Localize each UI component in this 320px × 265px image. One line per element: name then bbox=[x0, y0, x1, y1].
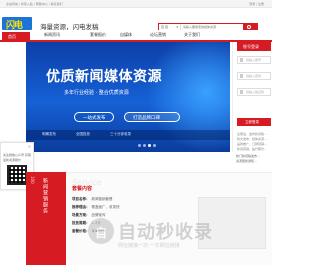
site-logo[interactable]: 闪电 bbox=[2, 17, 32, 31]
close-icon[interactable]: × bbox=[28, 144, 31, 149]
main-nav: 新闻资讯 套餐报价 自媒体 论坛营销 关于我们 bbox=[0, 30, 272, 40]
header: 闪电 海量资源，闪电发稿 百 目 ▾ bbox=[0, 8, 272, 31]
banner-button-publish[interactable]: 一站式发布 bbox=[74, 112, 114, 122]
service-row-value: 新闻营销套餐 bbox=[91, 197, 113, 201]
nav-item-selfmedia[interactable]: 自媒体 bbox=[120, 32, 132, 38]
watermark: 自 自动秒收录 网址链接一次·一次网址链接 bbox=[88, 218, 268, 254]
news-line[interactable]: 资源更新通知... bbox=[236, 159, 257, 163]
nav-home-label: 首页 bbox=[8, 34, 16, 39]
shield-icon bbox=[240, 90, 243, 94]
watermark-subtext: 网址链接一次·一次网址链接 bbox=[118, 243, 180, 249]
banner-button-brand-label: 打造品牌口碑 bbox=[133, 116, 160, 121]
carousel-dot[interactable] bbox=[143, 144, 146, 147]
username-field[interactable]: 请输入账号 bbox=[237, 56, 271, 64]
banner-button-publish-label: 一站式发布 bbox=[83, 116, 106, 121]
nav-item-forum[interactable]: 论坛营销 bbox=[150, 32, 166, 38]
login-tab[interactable]: 账号登录 bbox=[237, 42, 271, 51]
carousel-dot[interactable] bbox=[153, 144, 156, 147]
service-row-label: 场景方案： bbox=[72, 213, 90, 217]
nav-item-packages[interactable]: 套餐报价 bbox=[90, 32, 106, 38]
nav-item-home[interactable]: 首页 bbox=[2, 32, 30, 41]
top-links[interactable]: 全站导航 | 商家入驻 | 帮助中心 | 联系我们 bbox=[6, 2, 63, 6]
watermark-logo: 自 bbox=[88, 218, 114, 244]
service-row-value: 品牌宣传 bbox=[91, 213, 106, 217]
service-row-value: 覆盖面广，收录快 bbox=[91, 205, 120, 209]
captcha-placeholder: 请输入验证码 bbox=[246, 90, 265, 94]
login-panel: 账号登录 请输入账号 请输入密码 请输入验证码 立即登录 注册后，发布新闻稿..… bbox=[232, 42, 272, 152]
feature-item: 明确发布 bbox=[42, 132, 56, 136]
hero-banner[interactable]: 优质新闻媒体资源 多年行业经验 · 整合优质资源 一站式发布 打造品牌口碑 明确… bbox=[26, 42, 230, 152]
captcha-field[interactable]: 请输入验证码 bbox=[237, 88, 271, 96]
service-row-label: 套餐价格： bbox=[72, 229, 90, 233]
watermark-mark: 自 bbox=[95, 226, 108, 240]
banner-headline: 优质新闻媒体资源 bbox=[46, 69, 162, 85]
service-side-number: 100 bbox=[30, 176, 35, 184]
login-register-links[interactable]: 登录 | 注册 bbox=[249, 2, 264, 6]
service-side-label: 100 新闻营销服务 bbox=[26, 172, 66, 265]
login-submit-button[interactable]: 立即登录 bbox=[237, 118, 271, 126]
qr-caption: 关注微信公众号 获取最新资源报价 bbox=[3, 153, 31, 162]
news-line[interactable]: 热门新闻稿发布... bbox=[236, 154, 260, 158]
qr-code-image bbox=[7, 165, 27, 185]
search-icon bbox=[247, 25, 251, 29]
search-category-label: 百 目 bbox=[161, 25, 168, 29]
banner-feature-strip: 明确发布 全国投放 三十分钟收录 bbox=[26, 130, 230, 140]
login-tab-label: 账号登录 bbox=[243, 44, 259, 49]
service-row: 项目名称： 新闻营销套餐 bbox=[72, 197, 113, 202]
lock-icon bbox=[240, 74, 243, 78]
password-field[interactable]: 请输入密码 bbox=[237, 72, 271, 80]
service-row: 推荐理由： 覆盖面广，收录快 bbox=[72, 205, 120, 210]
service-title: 套餐内容 bbox=[72, 186, 93, 192]
notice-list: 注册后，发布新闻稿... 软文发布，媒体资源... 品牌推广，口碑营销... 新… bbox=[237, 132, 273, 152]
top-bar: 全站导航 | 商家入驻 | 帮助中心 | 联系我们 登录 | 注册 bbox=[0, 0, 272, 8]
login-submit-label: 立即登录 bbox=[245, 120, 259, 124]
nav-item-about[interactable]: 关于我们 bbox=[184, 32, 200, 38]
watermark-text: 自动秒收录 bbox=[118, 222, 213, 243]
feature-item: 全国投放 bbox=[76, 132, 90, 136]
news-snippet: 热门新闻稿发布... 资源更新通知... bbox=[232, 152, 272, 166]
banner-subline: 多年行业经验 · 整合优质资源 bbox=[64, 90, 129, 96]
password-placeholder: 请输入密码 bbox=[246, 74, 262, 78]
carousel-dot-active[interactable] bbox=[148, 144, 151, 147]
feature-item: 三十分钟收录 bbox=[110, 132, 131, 136]
service-row-label: 推荐理由： bbox=[72, 205, 90, 209]
user-icon bbox=[240, 58, 243, 62]
service-side-text: 新闻营销服务 bbox=[42, 178, 48, 214]
service-row-label: 项目名称： bbox=[72, 197, 90, 201]
username-placeholder: 请输入账号 bbox=[246, 58, 262, 62]
service-row-label: 投放周期： bbox=[72, 221, 90, 225]
nav-item-news[interactable]: 新闻资讯 bbox=[44, 32, 60, 38]
carousel-dot[interactable] bbox=[138, 144, 141, 147]
banner-button-brand[interactable]: 打造品牌口碑 bbox=[124, 112, 180, 122]
